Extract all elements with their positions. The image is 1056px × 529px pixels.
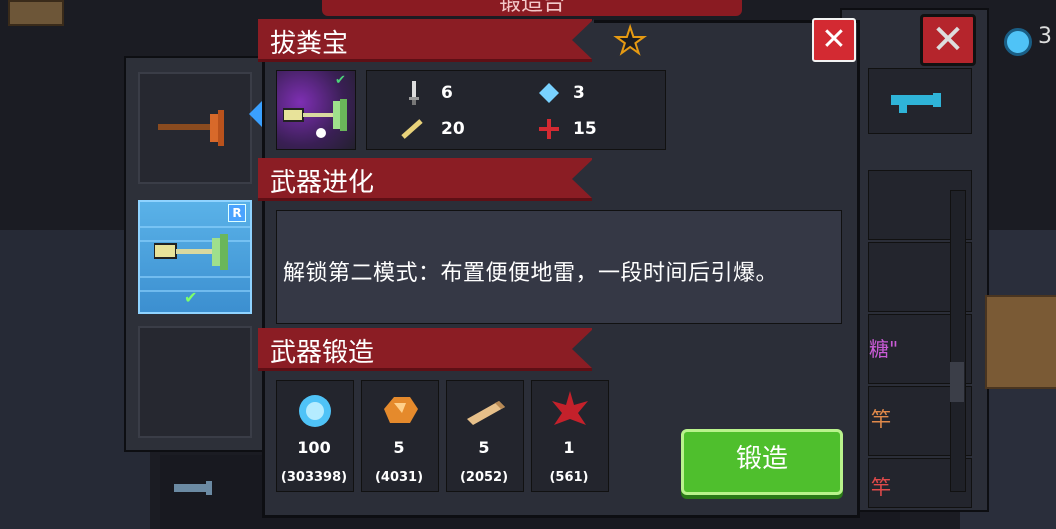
- weapon-name-ribbon: 拔粪宝: [258, 19, 592, 62]
- back-list-item[interactable]: [868, 68, 972, 134]
- fish-icon: [174, 481, 212, 495]
- gem-currency-icon: [1004, 28, 1032, 56]
- material-required: 5: [478, 438, 490, 457]
- back-scrollbar-thumb[interactable]: [950, 362, 964, 402]
- owned-check-icon: ✔: [335, 73, 346, 88]
- evolution-ribbon: 武器进化: [258, 158, 592, 201]
- plunger-icon: [158, 110, 224, 146]
- evolution-description-box: 解锁第二模式：布置便便地雷，一段时间后引爆。: [276, 210, 842, 324]
- background-sign: [8, 0, 64, 26]
- background-title: 锻造台: [498, 0, 565, 16]
- selected-arrow-icon: [249, 100, 263, 128]
- material-required: 5: [393, 438, 405, 457]
- forge-ribbon: 武器锻造: [258, 328, 592, 371]
- energy-value: 3: [573, 83, 585, 103]
- energy-diamond-icon: [539, 83, 559, 103]
- back-list-item-label: 竿: [871, 407, 891, 431]
- damage-value: 6: [441, 83, 453, 103]
- damage-sword-icon: [409, 81, 419, 105]
- material-owned: (561): [549, 470, 589, 485]
- evolution-description: 解锁第二模式：布置便便地雷，一段时间后引爆。: [283, 261, 779, 286]
- wood-icon: [467, 401, 505, 425]
- back-close-button[interactable]: ✕: [920, 14, 976, 66]
- ore-icon: [384, 397, 418, 423]
- back-scrollbar[interactable]: [950, 190, 966, 492]
- forge-title: 武器锻造: [270, 338, 375, 368]
- material-owned: (303398): [280, 470, 348, 485]
- weapon-preview: ✔: [276, 70, 356, 150]
- check-icon: ✔: [184, 288, 198, 307]
- plunger-green-icon: [154, 234, 228, 270]
- back-list-item-label: 竿: [871, 475, 891, 499]
- material-required: 1: [563, 438, 575, 457]
- weapon-stats: 6 3 20 15: [366, 70, 666, 150]
- star-outline-icon[interactable]: ★: [613, 23, 647, 61]
- background-plank: [985, 295, 1056, 389]
- spread-cross-icon: [539, 119, 559, 139]
- plunger-preview-icon: [283, 99, 347, 138]
- crit-value: 20: [441, 119, 465, 139]
- weapon-slot-empty[interactable]: [138, 326, 252, 438]
- background-title-banner: 锻造台: [322, 0, 742, 16]
- crit-feather-icon: [401, 119, 423, 139]
- gem-currency-label: 3: [1038, 24, 1052, 49]
- evolution-title: 武器进化: [270, 168, 375, 198]
- rarity-badge: R: [228, 204, 246, 222]
- back-list-item-label: 糖": [869, 337, 899, 361]
- material-owned: (4031): [374, 470, 424, 485]
- blue-gun-icon: [891, 93, 941, 113]
- material-owned: (2052): [459, 470, 509, 485]
- spread-value: 15: [573, 119, 597, 139]
- red-leaf-icon: [552, 391, 588, 425]
- forge-button[interactable]: 锻造: [681, 429, 843, 495]
- close-button[interactable]: ✕: [812, 18, 856, 62]
- weapon-name: 拔粪宝: [270, 29, 349, 59]
- blue-gem-icon: [299, 395, 331, 427]
- material-required: 100: [297, 438, 331, 457]
- weapon-slot-plunger-brown[interactable]: [138, 72, 252, 184]
